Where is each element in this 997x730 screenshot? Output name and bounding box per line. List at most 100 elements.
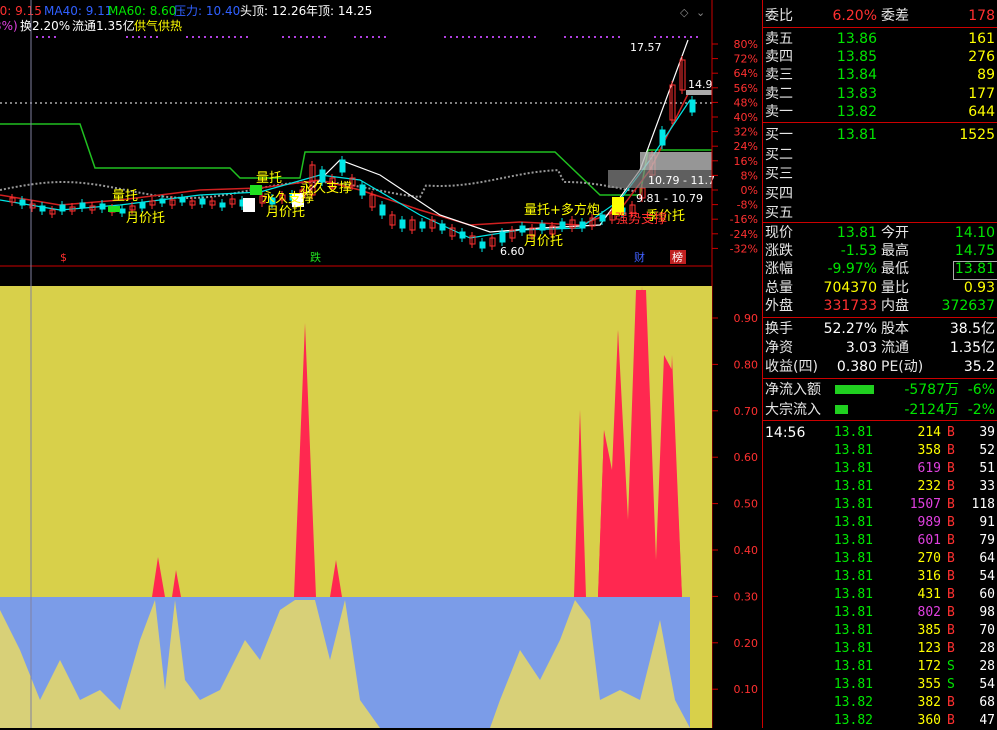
stat-label: 量比 [881,279,909,296]
axis-label: 80% [734,38,758,51]
signal-dot [582,36,584,38]
ask-row[interactable]: 卖一 13.82 644 [763,103,997,121]
candle-body [359,184,366,196]
signal-dot [600,36,602,38]
ask-price: 13.85 [836,49,877,66]
candle-body [399,219,406,229]
ask-label: 卖五 [765,31,793,47]
header-info: 流通1.35亿 [72,18,135,33]
bid-row[interactable]: 买四 [763,185,997,203]
stat-value: 0.93 [963,279,995,296]
signal-dot [450,36,452,38]
signal-dot [228,36,230,38]
flow-pct: -2% [967,402,995,418]
trade-price: 13.81 [833,479,873,494]
signal-dot [618,36,620,38]
bid-row[interactable]: 买五 [763,204,997,222]
ask-row[interactable]: 卖四 13.85 276 [763,48,997,66]
trade-volume: 802 [917,605,941,620]
stock-chart-area[interactable]: 20: 9.15MA40: 9.11MA60: 8.60压力: 10.40头顶:… [0,0,762,728]
trade-count: 118 [971,497,995,512]
stat-value: 372637 [941,297,995,314]
event-label[interactable]: 榜 [672,250,683,264]
signal-block [108,206,120,212]
bid-row[interactable]: 买二 [763,146,997,164]
signal-dot [528,36,530,38]
axis-label: 0.20 [734,637,759,650]
axis-label: 0.10 [734,683,759,696]
trade-price: 13.81 [833,461,873,476]
event-label[interactable]: 跌 [310,250,321,264]
candle-body [499,231,506,243]
signal-tag: 月价托 [126,211,165,226]
trade-row: 13.81 214 B 39 [763,424,997,442]
signal-dot [216,36,218,38]
header-value: 头顶: 12.26 [240,4,306,18]
trade-price: 13.81 [833,677,873,692]
signal-block [243,198,255,212]
signal-dot [354,36,356,38]
axis-label: -16% [730,213,758,226]
trade-volume: 601 [917,533,941,548]
trade-price: 13.81 [833,587,873,602]
signal-dot [486,36,488,38]
stat-label: 涨幅 [765,261,793,278]
signal-dot [36,36,38,38]
signal-dot [474,36,476,38]
signal-dot [132,36,134,38]
resistance-box [640,152,712,170]
signal-dot [660,36,662,38]
ask-volume: 177 [968,85,995,102]
event-label[interactable]: 财 [634,250,645,264]
signal-dot [186,36,188,38]
event-label[interactable]: $ [60,251,67,264]
trade-volume: 382 [917,695,941,710]
ask-row[interactable]: 卖二 13.83 177 [763,85,997,103]
trade-count: 47 [979,713,995,728]
candle-body [199,198,206,205]
axis-label: 40% [734,111,758,124]
oscillator-axis: 0.90 0.80 0.70 0.60 0.50 0.40 0.30 0.20 0.10 [712,312,758,696]
weicha-value: 178 [968,8,995,24]
bid-label: 买一 [765,127,793,143]
trade-price: 13.81 [833,569,873,584]
candlestick-panel[interactable]: 10.79 - 11.7 9.81 - 10.79 17.57 14.9 6.60 量托月… [0,36,715,264]
bid-label: 买四 [765,185,793,202]
bid-row[interactable]: 买三 [763,165,997,183]
diamond-icon[interactable]: ◇ [680,6,689,19]
trade-volume: 123 [917,641,941,656]
ask-label: 卖二 [765,85,793,102]
window-control-icons[interactable]: ◇ ⌄ [680,6,705,19]
trade-volume: 214 [917,425,941,440]
trade-count: 68 [979,695,995,710]
bid-row[interactable]: 买一 13.81 1525 [763,126,997,144]
candle-body [579,221,586,229]
stat-value: 331733 [823,297,877,314]
trade-row: 13.81 802 B 98 [763,604,997,622]
ask-label: 卖四 [765,49,793,66]
signal-dot [360,36,362,38]
stat-label: 外盘 [765,297,793,314]
signal-dot [684,36,686,38]
signal-block [250,185,262,195]
trade-side: B [947,425,955,440]
ask-row[interactable]: 卖三 13.84 89 [763,66,997,84]
flow-bar [835,385,874,394]
trade-count: 54 [979,677,995,692]
ask-row[interactable]: 卖五 13.86 161 [763,30,997,48]
signal-dot [696,36,698,38]
ask-label: 卖一 [765,103,793,120]
chevron-down-icon[interactable]: ⌄ [696,6,705,19]
oscillator-panel[interactable] [0,286,712,728]
axis-label: 8% [741,169,758,182]
axis-label: 64% [734,67,758,80]
trade-volume: 1507 [909,497,941,512]
weibi-label: 委比 [765,8,793,24]
candle-body [439,223,446,231]
candle-body [219,202,226,208]
signal-dot [150,36,152,38]
trade-count: 98 [979,605,995,620]
trade-volume: 316 [917,569,941,584]
high-price-label: 17.57 [630,41,662,54]
trade-price: 13.81 [833,515,873,530]
